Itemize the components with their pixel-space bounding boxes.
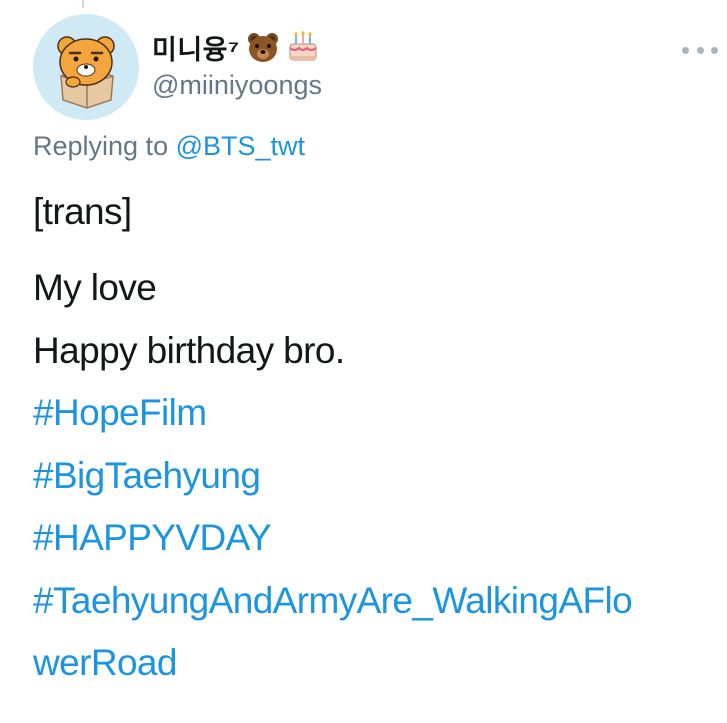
more-dot <box>711 46 718 54</box>
ryan-character-icon <box>57 36 115 109</box>
hashtag-link-continued[interactable]: werRoad <box>33 641 177 685</box>
hashtag-link[interactable]: #HopeFilm <box>33 391 207 435</box>
thread-connector-line <box>82 0 84 8</box>
hashtag-link[interactable]: #HAPPYVDAY <box>33 516 272 560</box>
more-dot <box>696 46 704 54</box>
display-name-row[interactable]: 미니융⁷ <box>152 28 320 67</box>
tweet-text-line: My love <box>33 267 157 308</box>
replying-to-row: Replying to @BTS_twt <box>33 131 305 162</box>
more-dot <box>682 46 689 54</box>
reply-to-handle-link[interactable]: @BTS_twt <box>176 131 305 161</box>
display-name[interactable]: 미니융⁷ <box>152 28 240 67</box>
hashtag-link[interactable]: #TaehyungAndArmyAre_WalkingAFlo <box>33 579 633 623</box>
user-handle[interactable]: @miiniyoongs <box>152 70 322 101</box>
tweet-text-line: Happy birthday bro. <box>33 330 345 371</box>
birthday-cake-emoji-icon <box>286 30 320 64</box>
bear-face-emoji-icon <box>246 30 280 64</box>
avatar[interactable] <box>33 14 139 120</box>
more-options-icon[interactable] <box>682 40 718 60</box>
hashtag-link[interactable]: #BigTaehyung <box>33 454 261 498</box>
tweet-text-line: [trans] <box>33 191 132 232</box>
replying-to-label: Replying to <box>33 131 169 161</box>
